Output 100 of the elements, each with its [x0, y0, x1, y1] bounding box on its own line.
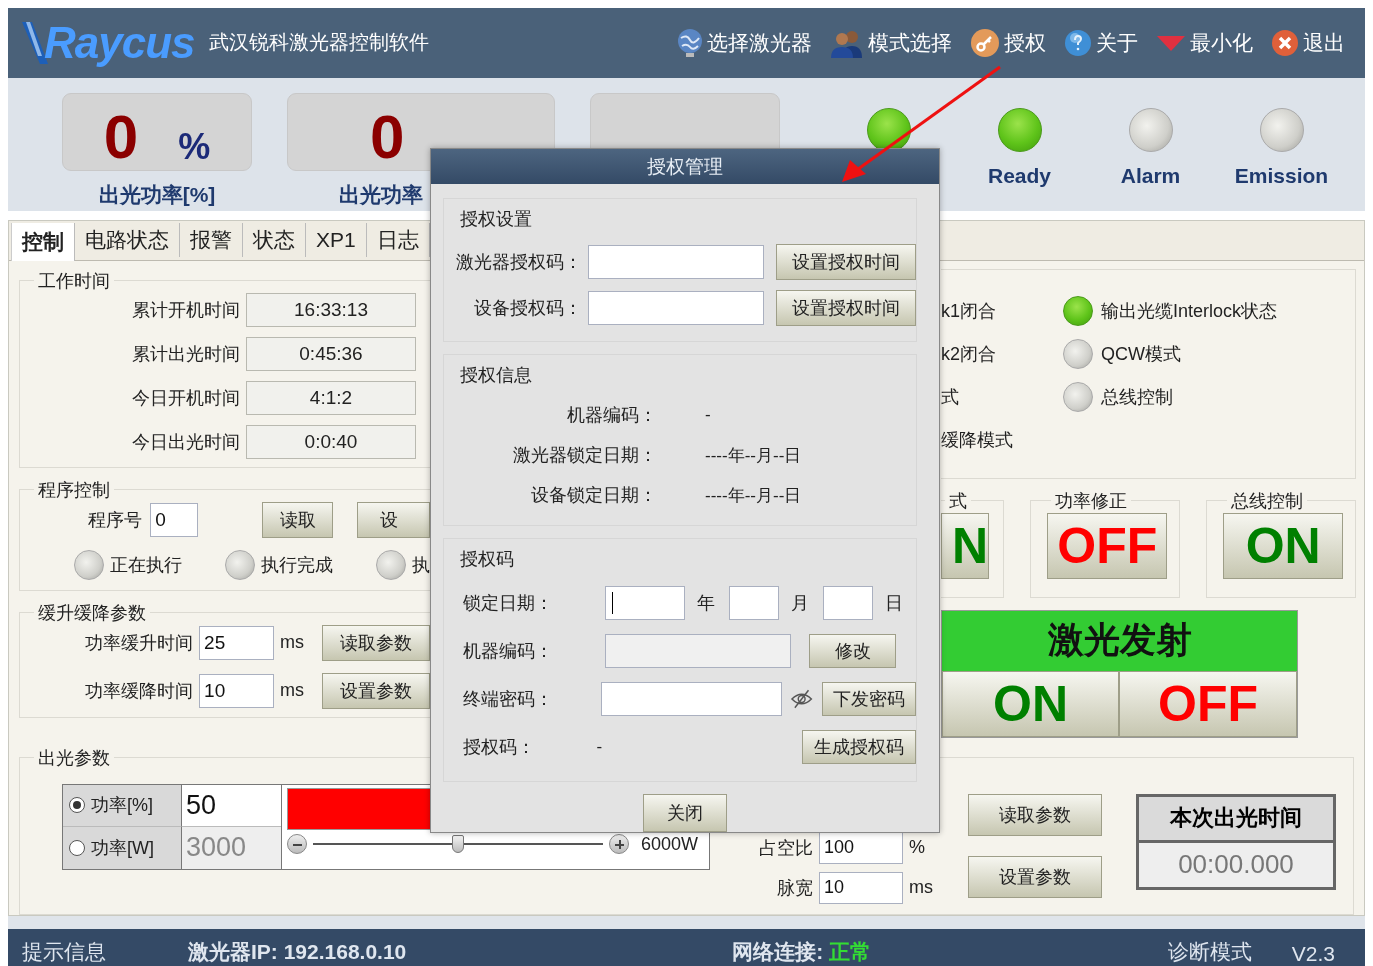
tab[interactable]: 控制 — [11, 222, 75, 261]
send-password-button[interactable]: 下发密码 — [821, 682, 916, 716]
network-label: 网络连接: — [732, 939, 824, 965]
param-button[interactable]: 读取参数 — [968, 793, 1102, 836]
time-field: 0:0:40 — [246, 424, 416, 459]
mode-label: 功率[%] — [91, 794, 153, 818]
input-field[interactable]: 25 — [199, 625, 274, 660]
status-label: k2闭合 — [941, 343, 996, 367]
group-title: 缓升缓降参数 — [37, 601, 147, 625]
day-field[interactable] — [823, 586, 873, 620]
indicator-label: Ready — [988, 163, 1051, 188]
help-icon[interactable] — [1064, 28, 1092, 57]
tab[interactable]: 报警 — [180, 222, 243, 257]
password-field[interactable] — [601, 682, 783, 716]
status-label: QCW模式 — [1101, 343, 1181, 367]
status-label: 输出光缆Interlock状态 — [1101, 300, 1278, 324]
field-label: 机器编码： — [566, 404, 657, 427]
indicator-label: Alarm — [1120, 163, 1181, 188]
param-button[interactable]: 设置参数 — [321, 672, 430, 709]
field-label: 累计出光时间 — [131, 342, 240, 366]
status-label: 正在执行 — [110, 553, 182, 577]
toggle-button[interactable]: ON — [1223, 512, 1344, 579]
input-field[interactable]: 10 — [819, 871, 903, 904]
power-value: 3000 — [181, 826, 281, 869]
field-label: 功率缓升时间 — [84, 631, 194, 655]
slider-thumb[interactable] — [452, 835, 464, 854]
generate-code-button[interactable]: 生成授权码 — [801, 730, 916, 764]
group-title: 授权设置 — [460, 208, 532, 231]
gauge-unit: % — [178, 125, 211, 168]
year-field[interactable] — [605, 586, 685, 620]
toggle-button[interactable]: N — [941, 512, 989, 579]
minus-icon[interactable] — [287, 834, 307, 855]
gauge-value: 0 — [103, 105, 139, 168]
radio-button[interactable] — [69, 839, 85, 856]
param-button[interactable]: 读取参数 — [321, 624, 430, 661]
unit-label: ms — [909, 877, 933, 899]
tab[interactable]: XP1 — [306, 222, 367, 257]
power-value: 50 — [181, 784, 281, 827]
menu-item[interactable]: 模式选择 — [830, 27, 952, 58]
menu-item[interactable]: 最小化 — [1156, 28, 1253, 57]
group-title: 出光参数 — [37, 746, 111, 770]
network-status: 正常 — [829, 939, 872, 965]
tab[interactable]: 日志 — [366, 222, 430, 257]
eye-hidden-icon[interactable] — [790, 689, 814, 709]
field-label: 机器编码： — [462, 640, 554, 663]
gauge-value: 0 — [370, 105, 405, 168]
input-field[interactable] — [588, 291, 765, 325]
radio-button[interactable] — [69, 797, 85, 814]
field-label: 设备授权码： — [473, 297, 582, 320]
tab[interactable]: 电路状态 — [75, 222, 180, 257]
group-title: 式 — [948, 489, 968, 513]
input-field[interactable] — [588, 245, 765, 279]
param-button[interactable]: 设置参数 — [968, 855, 1102, 898]
set-button[interactable]: 设 — [356, 501, 430, 538]
group-title: 工作时间 — [37, 269, 111, 293]
close-icon[interactable] — [1271, 28, 1299, 57]
field-label: 激光器锁定日期： — [512, 444, 657, 467]
input-field[interactable]: 100 — [819, 831, 903, 864]
menu-item[interactable]: 选择激光器 — [677, 27, 812, 58]
menu-item[interactable]: 关于 — [1064, 28, 1138, 57]
field-label: 设备锁定日期： — [530, 484, 657, 507]
code-value: - — [596, 737, 604, 757]
modify-button[interactable]: 修改 — [809, 634, 896, 668]
plus-icon[interactable] — [609, 834, 629, 855]
emission-on-button[interactable]: ON — [942, 670, 1119, 737]
timer-value: 00:00.000 — [1139, 842, 1333, 887]
input-field[interactable]: 10 — [199, 673, 274, 708]
group-title: 总线控制 — [1230, 489, 1305, 513]
indicator-label: Emission — [1234, 163, 1329, 188]
set-time-button[interactable]: 设置授权时间 — [776, 244, 916, 280]
info-value: ----年--月--日 — [705, 444, 802, 467]
month-field[interactable] — [729, 586, 779, 620]
time-field: 16:33:13 — [246, 292, 416, 327]
status-label: 缓降模式 — [941, 429, 1013, 453]
read-button[interactable]: 读取 — [262, 501, 333, 538]
field-label: 锁定日期： — [462, 592, 554, 615]
version-text: V2.3 — [1291, 942, 1335, 966]
unit-label: 月 — [790, 592, 809, 615]
unit-label: ms — [279, 632, 304, 654]
input-field[interactable]: 0 — [150, 502, 199, 537]
mode-text: 诊断模式 — [1167, 939, 1252, 965]
status-label: 执行完成 — [261, 553, 333, 577]
group-title: 授权信息 — [460, 364, 532, 387]
menu-item[interactable]: 退出 — [1271, 28, 1345, 57]
key-icon[interactable] — [970, 27, 1000, 58]
group-title: 程序控制 — [37, 478, 111, 502]
set-time-button[interactable]: 设置授权时间 — [776, 290, 916, 326]
menu-item[interactable]: 授权 — [970, 27, 1046, 58]
close-button[interactable]: 关闭 — [643, 794, 727, 832]
unit-label: ms — [279, 680, 304, 702]
dialog-title: 授权管理 — [431, 149, 939, 184]
field-label: 占空比 — [758, 836, 813, 860]
time-field: 0:45:36 — [246, 336, 416, 371]
tab[interactable]: 状态 — [243, 222, 306, 257]
field-label: 终端密码： — [462, 688, 554, 711]
field-label: 激光器授权码： — [455, 251, 582, 274]
field-label: 累计开机时间 — [131, 298, 240, 322]
info-value: ----年--月--日 — [705, 484, 802, 507]
globe-icon[interactable] — [677, 27, 703, 58]
status-label: 式 — [941, 386, 959, 410]
